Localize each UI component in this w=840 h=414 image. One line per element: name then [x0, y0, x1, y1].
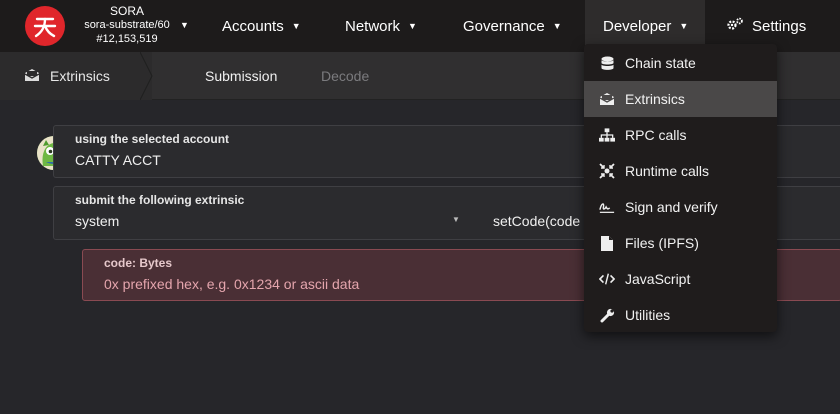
code-param-label: code: Bytes [104, 256, 173, 270]
menu-item-label: RPC calls [625, 127, 687, 143]
chevron-down-icon: ▼ [408, 21, 417, 31]
menu-item-label: Runtime calls [625, 163, 710, 179]
menu-item-label: Utilities [625, 307, 671, 323]
menu-item-sign-verify[interactable]: Sign and verify [584, 189, 777, 225]
gears-icon [726, 17, 744, 35]
chain-name: SORA [109, 4, 144, 18]
code-icon [599, 271, 615, 287]
chain-selector[interactable]: SORA sora-substrate/60 #12,153,519 [72, 4, 182, 46]
signature-icon [599, 199, 615, 215]
extrinsic-selector-label: submit the following extrinsic [75, 193, 245, 207]
menu-item-label: Files (IPFS) [625, 235, 699, 251]
menu-item-utilities[interactable]: Utilities [584, 297, 777, 333]
tab-submission[interactable]: Submission [205, 68, 277, 84]
menu-item-label: Chain state [625, 55, 696, 71]
chevron-down-icon[interactable]: ▼ [180, 20, 189, 30]
menu-item-extrinsics[interactable]: Extrinsics [584, 81, 777, 117]
menu-item-label: JavaScript [625, 271, 691, 287]
menu-item-javascript[interactable]: JavaScript [584, 261, 777, 297]
database-icon [599, 55, 615, 71]
developer-menu: Chain state Extrinsics RPC calls Runtime… [584, 44, 777, 332]
nav-settings-label: Settings [752, 17, 807, 35]
section-title: Extrinsics [0, 52, 153, 100]
nav-developer-label: Developer [603, 17, 672, 35]
network-wired-icon [599, 127, 615, 143]
block-number: #12,153,519 [96, 33, 158, 45]
menu-item-rpc-calls[interactable]: RPC calls [584, 117, 777, 153]
menu-item-chain-state[interactable]: Chain state [584, 45, 777, 81]
chevron-down-icon: ▼ [291, 21, 301, 31]
nav-accounts[interactable]: Accounts ▼ [222, 0, 301, 52]
call-dropdown[interactable]: setCode(code [493, 213, 580, 229]
account-name: CATTY ACCT [75, 152, 161, 168]
menu-item-runtime-calls[interactable]: Runtime calls [584, 153, 777, 189]
envelope-open-icon [599, 91, 615, 107]
caret-down-icon[interactable]: ▼ [452, 215, 460, 224]
code-param-placeholder: 0x prefixed hex, e.g. 0x1234 or ascii da… [104, 276, 360, 292]
section-title-label: Extrinsics [50, 68, 110, 84]
chain-logo-icon[interactable] [25, 6, 65, 46]
chain-runtime: sora-substrate/60 [84, 19, 170, 31]
menu-item-label: Extrinsics [625, 91, 685, 107]
tab-decode[interactable]: Decode [321, 68, 369, 84]
module-dropdown[interactable]: system [75, 213, 119, 229]
nav-governance[interactable]: Governance ▼ [463, 0, 562, 52]
nav-governance-label: Governance [463, 17, 545, 35]
arrows-to-circle-icon [599, 163, 615, 179]
account-selector-label: using the selected account [75, 132, 230, 146]
nav-network[interactable]: Network ▼ [345, 0, 417, 52]
menu-item-files-ipfs[interactable]: Files (IPFS) [584, 225, 777, 261]
breadcrumb-chevron [140, 52, 153, 100]
nav-accounts-label: Accounts [222, 17, 284, 35]
chevron-down-icon: ▼ [679, 21, 689, 31]
wrench-icon [599, 307, 615, 323]
menu-item-label: Sign and verify [625, 199, 718, 215]
chevron-down-icon: ▼ [552, 21, 562, 31]
file-icon [599, 235, 615, 251]
envelope-open-icon [24, 68, 40, 85]
nav-network-label: Network [345, 17, 401, 35]
